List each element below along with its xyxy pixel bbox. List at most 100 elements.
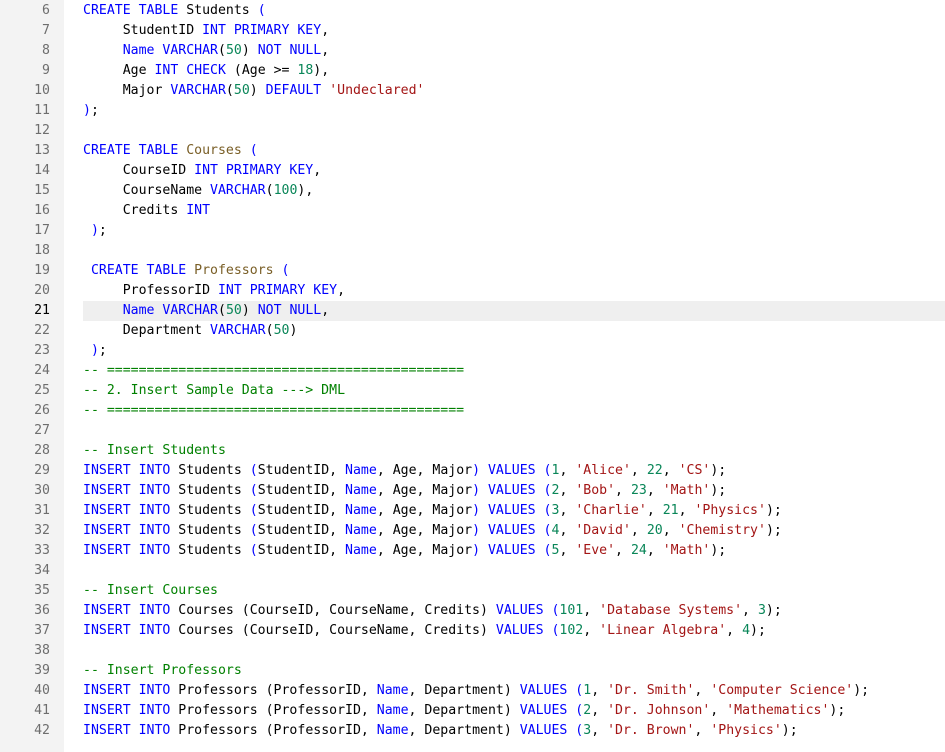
code-line[interactable]: 12 — [0, 121, 945, 141]
line-code[interactable]: INSERT INTO Courses (CourseID, CourseNam… — [83, 601, 945, 621]
code-line[interactable]: 10 Major VARCHAR(50) DEFAULT 'Undeclared… — [0, 81, 945, 101]
code-token: 'Mathematics' — [726, 703, 830, 718]
code-line[interactable]: 42 INSERT INTO Professors (ProfessorID, N… — [0, 721, 945, 741]
line-code[interactable] — [83, 241, 945, 261]
line-code[interactable] — [83, 421, 945, 441]
code-token: , — [630, 523, 647, 538]
code-line[interactable]: 14 CourseID INT PRIMARY KEY, — [0, 161, 945, 181]
code-line[interactable]: 17 ); — [0, 221, 945, 241]
code-line[interactable]: 41 INSERT INTO Professors (ProfessorID, N… — [0, 701, 945, 721]
code-token: , — [678, 503, 695, 518]
code-line[interactable]: 9 Age INT CHECK (Age >= 18), — [0, 61, 945, 81]
line-code[interactable]: INSERT INTO Students (StudentID, Name, A… — [83, 501, 945, 521]
code-token: ); — [765, 603, 782, 618]
line-code[interactable]: -- 2. Insert Sample Data ---> DML — [83, 381, 945, 401]
code-token: 'Computer Science' — [710, 683, 854, 698]
line-code[interactable]: INSERT INTO Students (StudentID, Name, A… — [83, 481, 945, 501]
code-line[interactable]: 32 INSERT INTO Students (StudentID, Name,… — [0, 521, 945, 541]
line-code[interactable]: StudentID INT PRIMARY KEY, — [83, 21, 945, 41]
code-token: INT CHECK — [154, 63, 234, 78]
code-line[interactable]: 23 ); — [0, 341, 945, 361]
code-line[interactable]: 8 Name VARCHAR(50) NOT NULL, — [0, 41, 945, 61]
code-line[interactable]: 18 — [0, 241, 945, 261]
code-line[interactable]: 39 -- Insert Professors — [0, 661, 945, 681]
code-line[interactable]: 27 — [0, 421, 945, 441]
code-editor[interactable]: 6 CREATE TABLE Students (7 StudentID INT … — [0, 0, 945, 752]
code-line[interactable]: 29 INSERT INTO Students (StudentID, Name,… — [0, 461, 945, 481]
line-code[interactable]: -- =====================================… — [83, 361, 945, 381]
code-line[interactable]: 35 -- Insert Courses — [0, 581, 945, 601]
code-token: StudentID — [83, 23, 203, 38]
code-line[interactable]: 33 INSERT INTO Students (StudentID, Name,… — [0, 541, 945, 561]
code-token: -- Insert Students — [83, 443, 226, 458]
code-token: , — [694, 683, 711, 698]
line-code[interactable]: INSERT INTO Students (StudentID, Name, A… — [83, 541, 945, 561]
code-line[interactable]: 6 CREATE TABLE Students ( — [0, 1, 945, 21]
line-code[interactable] — [83, 561, 945, 581]
line-code[interactable]: ); — [83, 101, 945, 121]
line-code[interactable]: INSERT INTO Students (StudentID, Name, A… — [83, 521, 945, 541]
line-code[interactable]: INSERT INTO Professors (ProfessorID, Nam… — [83, 701, 945, 721]
line-number: 32 — [34, 523, 50, 538]
line-number: 41 — [34, 703, 50, 718]
code-line[interactable]: 24 -- ===================================… — [0, 361, 945, 381]
code-line[interactable]: 20 ProfessorID INT PRIMARY KEY, — [0, 281, 945, 301]
code-line[interactable]: 16 Credits INT — [0, 201, 945, 221]
code-line[interactable]: 7 StudentID INT PRIMARY KEY, — [0, 21, 945, 41]
code-line[interactable]: 13 CREATE TABLE Courses ( — [0, 141, 945, 161]
code-line[interactable]: 37 INSERT INTO Courses (CourseID, CourseN… — [0, 621, 945, 641]
line-code[interactable]: -- Insert Students — [83, 441, 945, 461]
line-code[interactable]: CourseID INT PRIMARY KEY, — [83, 161, 945, 181]
line-code[interactable]: CREATE TABLE Professors ( — [83, 261, 945, 281]
code-line[interactable]: 40 INSERT INTO Professors (ProfessorID, N… — [0, 681, 945, 701]
line-code[interactable]: -- Insert Professors — [83, 661, 945, 681]
code-line[interactable]: 38 — [0, 641, 945, 661]
code-line[interactable]: 11); — [0, 101, 945, 121]
line-code[interactable]: Credits INT — [83, 201, 945, 221]
code-line[interactable]: 15 CourseName VARCHAR(100), — [0, 181, 945, 201]
line-code[interactable]: Major VARCHAR(50) DEFAULT 'Undeclared' — [83, 81, 945, 101]
line-number: 24 — [34, 363, 50, 378]
line-code[interactable]: INSERT INTO Professors (ProfessorID, Nam… — [83, 721, 945, 741]
line-code[interactable]: Age INT CHECK (Age >= 18), — [83, 61, 945, 81]
code-line[interactable]: 28 -- Insert Students — [0, 441, 945, 461]
code-line[interactable]: 22 Department VARCHAR(50) — [0, 321, 945, 341]
line-code[interactable]: CourseName VARCHAR(100), — [83, 181, 945, 201]
line-code[interactable] — [83, 641, 945, 661]
line-code[interactable]: Name VARCHAR(50) NOT NULL, — [83, 41, 945, 61]
line-code[interactable]: INSERT INTO Professors (ProfessorID, Nam… — [83, 681, 945, 701]
code-token: VARCHAR — [210, 323, 266, 338]
line-code[interactable]: Department VARCHAR(50) — [83, 321, 945, 341]
line-code[interactable]: CREATE TABLE Courses ( — [83, 141, 945, 161]
code-token: INT PRIMARY KEY — [217, 283, 338, 298]
code-line[interactable]: 26 -- ===================================… — [0, 401, 945, 421]
code-token: , Department) — [408, 723, 520, 738]
code-token: ) — [241, 303, 258, 318]
code-token: CREATE TABLE — [90, 263, 195, 278]
code-token: , — [630, 463, 647, 478]
code-line[interactable]: 21 Name VARCHAR(50) NOT NULL, — [0, 301, 945, 321]
code-token: ); — [765, 523, 782, 538]
code-token: ( — [249, 483, 258, 498]
code-line[interactable]: 34 — [0, 561, 945, 581]
code-token: Students — [178, 543, 250, 558]
code-line[interactable]: 25 -- 2. Insert Sample Data ---> DML — [0, 381, 945, 401]
line-code[interactable]: -- Insert Courses — [83, 581, 945, 601]
line-code[interactable]: CREATE TABLE Students ( — [83, 1, 945, 21]
code-line[interactable]: 31 INSERT INTO Students (StudentID, Name,… — [0, 501, 945, 521]
line-code[interactable]: ProfessorID INT PRIMARY KEY, — [83, 281, 945, 301]
code-line[interactable]: 19 CREATE TABLE Professors ( — [0, 261, 945, 281]
code-line[interactable]: 36 INSERT INTO Courses (CourseID, CourseN… — [0, 601, 945, 621]
code-token: ) — [83, 103, 91, 118]
line-code[interactable]: ); — [83, 341, 945, 361]
code-token: CREATE TABLE — [83, 3, 187, 18]
code-token: Major — [83, 83, 171, 98]
line-code[interactable]: INSERT INTO Students (StudentID, Name, A… — [83, 461, 945, 481]
line-code[interactable]: INSERT INTO Courses (CourseID, CourseNam… — [83, 621, 945, 641]
line-code[interactable]: ); — [83, 221, 945, 241]
line-code[interactable]: -- =====================================… — [83, 401, 945, 421]
line-code[interactable] — [83, 121, 945, 141]
code-line[interactable]: 30 INSERT INTO Students (StudentID, Name,… — [0, 481, 945, 501]
line-code[interactable]: Name VARCHAR(50) NOT NULL, — [83, 301, 945, 321]
